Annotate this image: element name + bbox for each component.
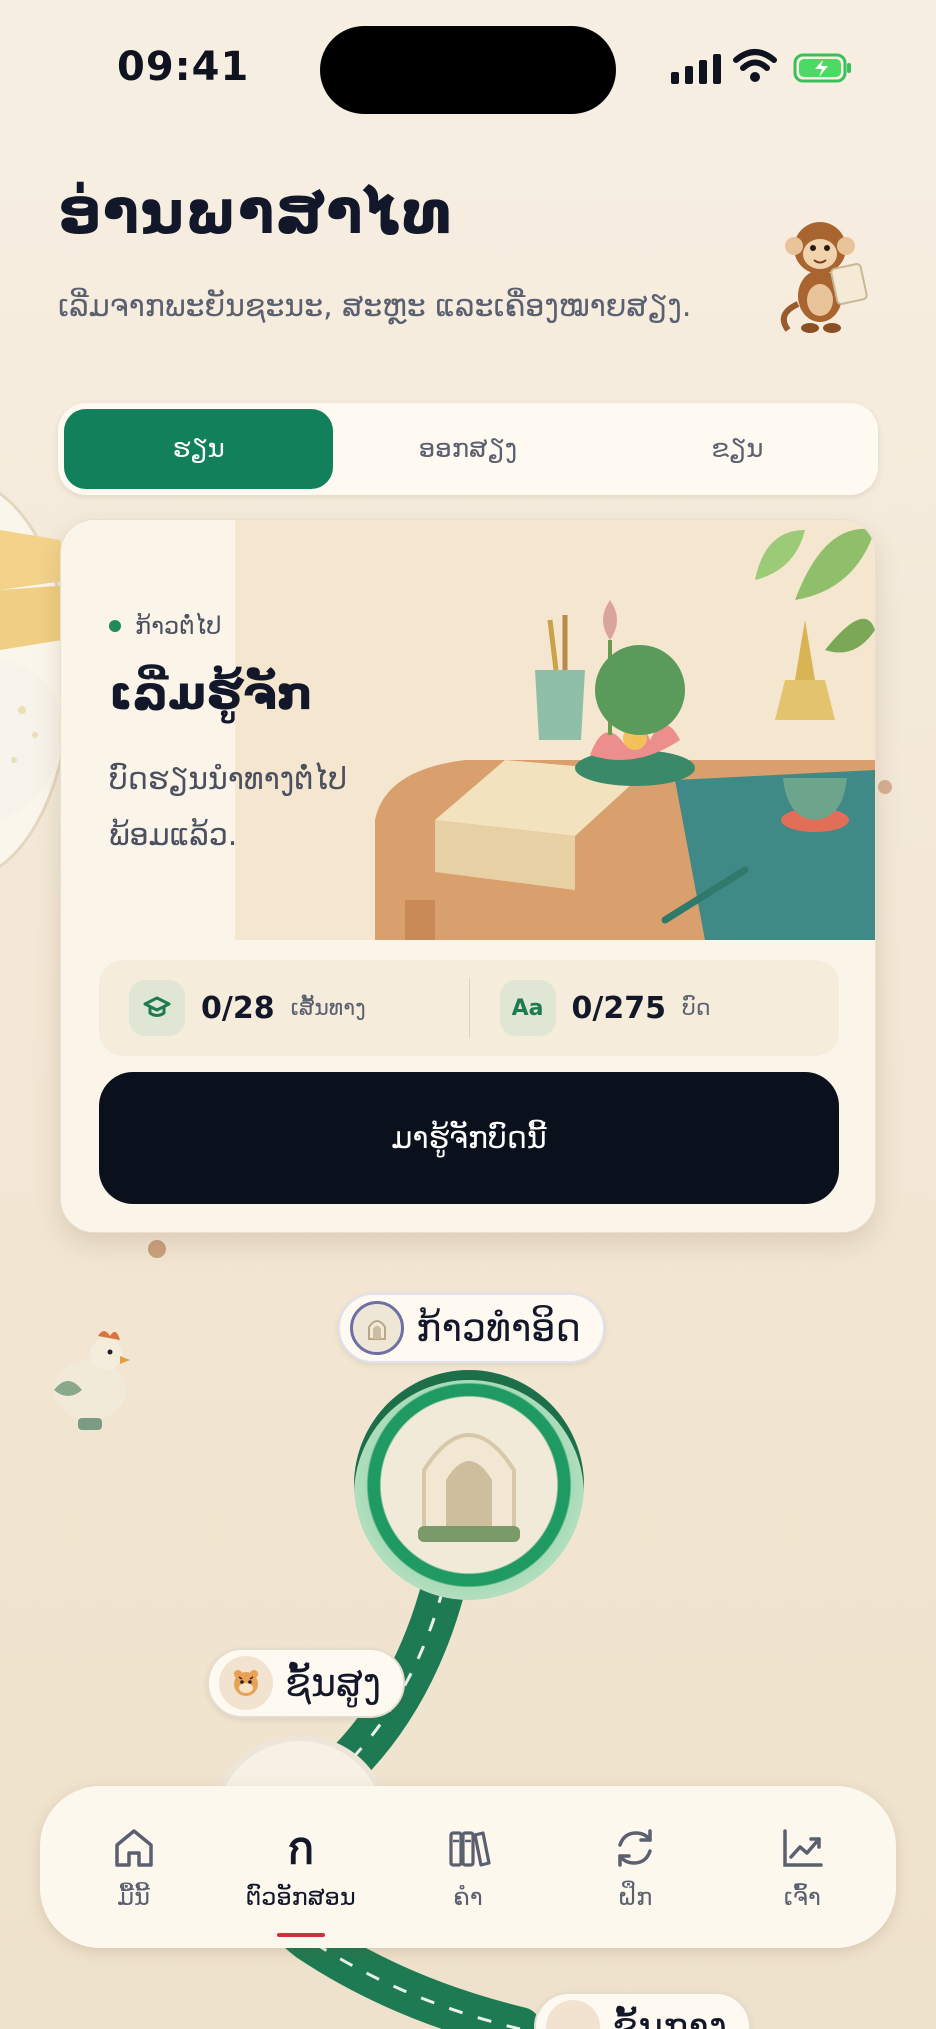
path-node-label-text: ຊັ້ນສູງ: [285, 1661, 382, 1705]
nav-profile[interactable]: ເຈົ້າ: [727, 1823, 877, 1911]
lesson-title: ເລີ່ມຮູ້ຈັກ: [109, 666, 314, 720]
home-icon: [109, 1823, 159, 1873]
dynamic-island: [320, 26, 616, 114]
path-node-label-first-step[interactable]: ກ້າວທຳອິດ: [338, 1293, 605, 1363]
monkey-mascot-illustration: [780, 222, 868, 333]
path-node-label-advanced[interactable]: ຊັ້ນສູງ: [207, 1648, 406, 1718]
pebble: [878, 780, 892, 794]
wifi-icon: [733, 49, 777, 82]
chart-icon: [777, 1823, 827, 1873]
refresh-icon: [610, 1823, 660, 1873]
signal-icon: [671, 52, 721, 84]
next-step-label: ກ້າວຕໍ່ໄປ: [135, 612, 222, 640]
nav-label: ເຈົ້າ: [783, 1883, 821, 1911]
lesson-description: ບົດຮຽນນຳທາງຕໍ່ໄປພ້ອມແລ້ວ.: [109, 762, 347, 853]
path-node-label-intermediate[interactable]: ຊັ້ນກາງ: [534, 1992, 752, 2029]
active-tab-indicator: [276, 1933, 325, 1937]
books-icon: [443, 1823, 493, 1873]
stat-lessons-value: 0/275: [571, 990, 666, 1026]
next-step-badge: ກ້າວຕໍ່ໄປ: [109, 612, 221, 640]
status-dot-icon: [109, 620, 121, 632]
nav-practice[interactable]: ຝຶກ: [560, 1823, 710, 1911]
path-node-label-text: ຊັ້ນກາງ: [612, 2005, 728, 2029]
rooster-illustration: [54, 1331, 130, 1430]
nav-label: ມື້ນີ້: [117, 1883, 150, 1911]
page-subtitle: ເລີ່ມຈາກພະຍັນຊະນະ, ສະຫຼະ ແລະເຄື່ອງໝາຍສຽງ…: [58, 289, 692, 324]
nav-words[interactable]: ຄຳ: [393, 1823, 543, 1911]
mode-segmented-control: ຮຽນ ອອກສຽງ ຂຽນ: [58, 403, 878, 495]
page-title: ອ່ານພາສາໄທ: [58, 178, 453, 248]
stat-lessons: Aa 0/275 ບົດ: [470, 980, 840, 1036]
progress-stats: 0/28 ເສັ້ນທາງ Aa 0/275 ບົດ: [99, 960, 839, 1056]
next-lesson-card: ກ້າວຕໍ່ໄປ ເລີ່ມຮູ້ຈັກ ບົດຮຽນນຳທາງຕໍ່ໄປພ້…: [60, 519, 876, 1233]
segment-write[interactable]: ຂຽນ: [603, 409, 872, 489]
path-node-label-text: ກ້າວທຳອິດ: [416, 1306, 581, 1350]
start-lesson-button[interactable]: ມາຮູ້ຈັກບົດນີ້: [99, 1072, 839, 1204]
study-desk-illustration: [235, 520, 875, 940]
nav-label: ຄຳ: [453, 1883, 483, 1911]
battery-icon: [793, 53, 851, 83]
arch-icon: [350, 1301, 404, 1355]
stat-paths-value: 0/28: [201, 990, 275, 1026]
letter-icon: ก: [287, 1823, 315, 1874]
graduation-cap-icon: [129, 980, 185, 1036]
stat-paths: 0/28 ເສັ້ນທາງ: [99, 980, 469, 1036]
pebble: [148, 1240, 166, 1258]
nav-label: ຝຶກ: [617, 1883, 653, 1911]
stat-paths-label: ເສັ້ນທາງ: [290, 995, 366, 1021]
bottom-navigation: ມື້ນີ້ ก ຕົວອັກສອນ ຄຳ ຝຶກ ເຈົ້າ: [40, 1786, 896, 1948]
node-icon: [546, 2000, 600, 2029]
tiger-icon: [219, 1656, 273, 1710]
nav-label: ຕົວອັກສອນ: [245, 1883, 356, 1911]
segment-pronounce[interactable]: ອອກສຽງ: [333, 409, 602, 489]
arch-gate-icon: [418, 1433, 520, 1542]
status-time: 09:41: [117, 44, 250, 90]
nav-today[interactable]: ມື້ນີ້: [59, 1823, 209, 1911]
nav-alphabet[interactable]: ก ຕົວອັກສອນ: [226, 1823, 376, 1937]
segment-learn[interactable]: ຮຽນ: [64, 409, 334, 489]
font-icon: Aa: [499, 980, 556, 1036]
stat-lessons-label: ບົດ: [681, 995, 711, 1021]
path-node-first-step[interactable]: [354, 1370, 584, 1600]
